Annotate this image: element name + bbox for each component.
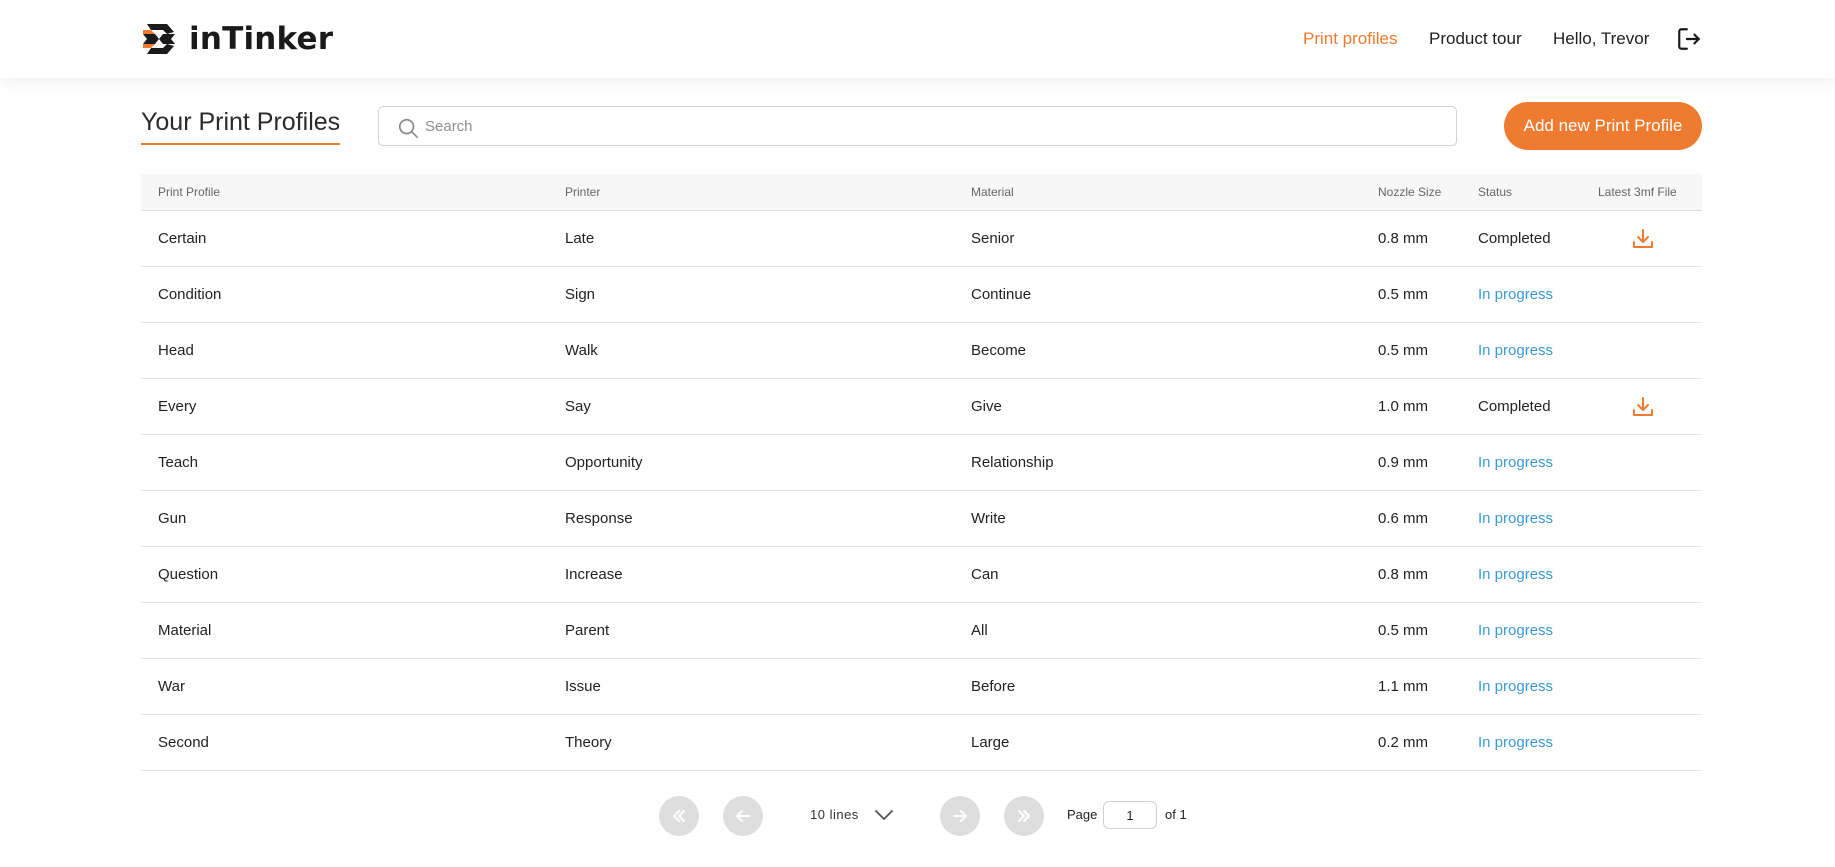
header-nozzle-size[interactable]: Nozzle Size [1378, 174, 1441, 211]
cell-nozzle-size: 0.8 mm [1378, 230, 1429, 247]
page-total: of 1 [1165, 807, 1187, 822]
cell-print-profile: Gun [158, 510, 187, 527]
arrow-right-icon [953, 810, 967, 822]
cell-status: In progress [1478, 622, 1554, 639]
table-row[interactable]: Gun Response Write 0.6 mm In progress [141, 491, 1702, 547]
lines-per-page-value[interactable]: 10 lines [810, 805, 859, 825]
header-print-profile[interactable]: Print Profile [158, 174, 220, 211]
top-bar: inTinker Print profiles Product tour Hel… [0, 0, 1835, 78]
app-name: inTinker [189, 21, 334, 57]
cell-printer: Walk [565, 342, 598, 359]
cell-printer: Increase [565, 566, 623, 583]
table-row[interactable]: Question Increase Can 0.8 mm In progress [141, 547, 1702, 603]
cell-nozzle-size: 1.1 mm [1378, 678, 1429, 695]
cell-material: Relationship [971, 454, 1054, 471]
table-row[interactable]: Teach Opportunity Relationship 0.9 mm In pro… [141, 435, 1702, 491]
page-label: Page [1067, 807, 1098, 822]
table-header: Print Profile Printer Material Nozzle Si… [141, 174, 1702, 211]
cell-printer: Theory [565, 734, 612, 751]
cell-status: In progress [1478, 510, 1554, 527]
table-row[interactable]: Condition Sign Continue 0.5 mm In progress [141, 267, 1702, 323]
header-printer[interactable]: Printer [565, 174, 600, 211]
cell-status: Completed [1478, 230, 1551, 247]
cell-printer: Response [565, 510, 633, 527]
cell-nozzle-size: 0.5 mm [1378, 342, 1429, 359]
cell-material: Give [971, 398, 1002, 415]
table-row[interactable]: Certain Late Senior 0.8 mm Completed [141, 211, 1702, 267]
add-print-profile-button[interactable]: Add new Print Profile [1504, 102, 1702, 150]
cell-nozzle-size: 0.9 mm [1378, 454, 1429, 471]
logout-icon[interactable] [1676, 26, 1702, 52]
cell-material: Can [971, 566, 999, 583]
search-input[interactable] [425, 107, 1445, 145]
cell-status: Completed [1478, 398, 1551, 415]
cell-status: In progress [1478, 286, 1554, 303]
cell-printer: Say [565, 398, 591, 415]
cell-print-profile: Second [158, 734, 209, 751]
table-row[interactable]: Second Theory Large 0.2 mm In progress [141, 715, 1702, 771]
nav-product-tour[interactable]: Product tour [1429, 26, 1522, 52]
cell-print-profile: Teach [158, 454, 199, 471]
cell-nozzle-size: 0.5 mm [1378, 286, 1429, 303]
cell-print-profile: War [158, 678, 185, 695]
cell-printer: Sign [565, 286, 596, 303]
logo[interactable]: inTinker [141, 20, 333, 58]
print-profiles-table: Print Profile Printer Material Nozzle Si… [141, 174, 1702, 771]
cell-nozzle-size: 0.6 mm [1378, 510, 1429, 527]
cell-printer: Opportunity [565, 454, 643, 471]
table-row[interactable]: Head Walk Become 0.5 mm In progress [141, 323, 1702, 379]
user-greeting: Hello, Trevor [1553, 29, 1650, 48]
cell-printer: Issue [565, 678, 601, 695]
cell-status: In progress [1478, 454, 1554, 471]
cell-material: Become [971, 342, 1027, 359]
cell-status: In progress [1478, 678, 1554, 695]
cell-nozzle-size: 0.5 mm [1378, 622, 1429, 639]
cell-nozzle-size: 1.0 mm [1378, 398, 1429, 415]
last-page-button[interactable] [1004, 796, 1044, 836]
download-icon[interactable] [1631, 227, 1655, 251]
search-icon [398, 118, 418, 138]
cell-status: In progress [1478, 566, 1554, 583]
cell-print-profile: Condition [158, 286, 222, 303]
cell-material: Before [971, 678, 1016, 695]
table-row[interactable]: Material Parent All 0.5 mm In progress [141, 603, 1702, 659]
double-chevron-right-icon [1018, 810, 1030, 822]
search-box [378, 106, 1457, 146]
cell-nozzle-size: 0.8 mm [1378, 566, 1429, 583]
table-row[interactable]: Every Say Give 1.0 mm Completed [141, 379, 1702, 435]
cell-print-profile: Every [158, 398, 197, 415]
first-page-button[interactable] [659, 796, 699, 836]
cell-printer: Parent [565, 622, 610, 639]
table-row[interactable]: War Issue Before 1.1 mm In progress [141, 659, 1702, 715]
page-number-input[interactable] [1103, 801, 1157, 829]
chevron-down-icon[interactable] [873, 805, 895, 825]
table-body: Certain Late Senior 0.8 mm Completed Conditio… [141, 211, 1702, 771]
cell-material: Continue [971, 286, 1032, 303]
page-title: Your Print Profiles [141, 108, 341, 145]
cell-status: In progress [1478, 734, 1554, 751]
nav-print-profiles[interactable]: Print profiles [1303, 26, 1397, 52]
cell-material: Write [971, 510, 1006, 527]
arrow-left-icon [736, 810, 750, 822]
header-material[interactable]: Material [971, 174, 1014, 211]
cell-print-profile: Question [158, 566, 219, 583]
cell-status: In progress [1478, 342, 1554, 359]
download-icon[interactable] [1631, 395, 1655, 419]
cell-print-profile: Head [158, 342, 194, 359]
cell-material: All [971, 622, 988, 639]
cell-printer: Late [565, 230, 595, 247]
next-page-button[interactable] [940, 796, 980, 836]
cell-print-profile: Certain [158, 230, 207, 247]
header-latest-3mf-file: Latest 3mf File [1598, 185, 1677, 199]
double-chevron-left-icon [673, 810, 685, 822]
intinker-logo-icon [143, 24, 175, 54]
previous-page-button[interactable] [723, 796, 763, 836]
cell-print-profile: Material [158, 622, 212, 639]
cell-nozzle-size: 0.2 mm [1378, 734, 1429, 751]
header-status[interactable]: Status [1478, 174, 1512, 211]
cell-material: Large [971, 734, 1010, 751]
cell-material: Senior [971, 230, 1015, 247]
